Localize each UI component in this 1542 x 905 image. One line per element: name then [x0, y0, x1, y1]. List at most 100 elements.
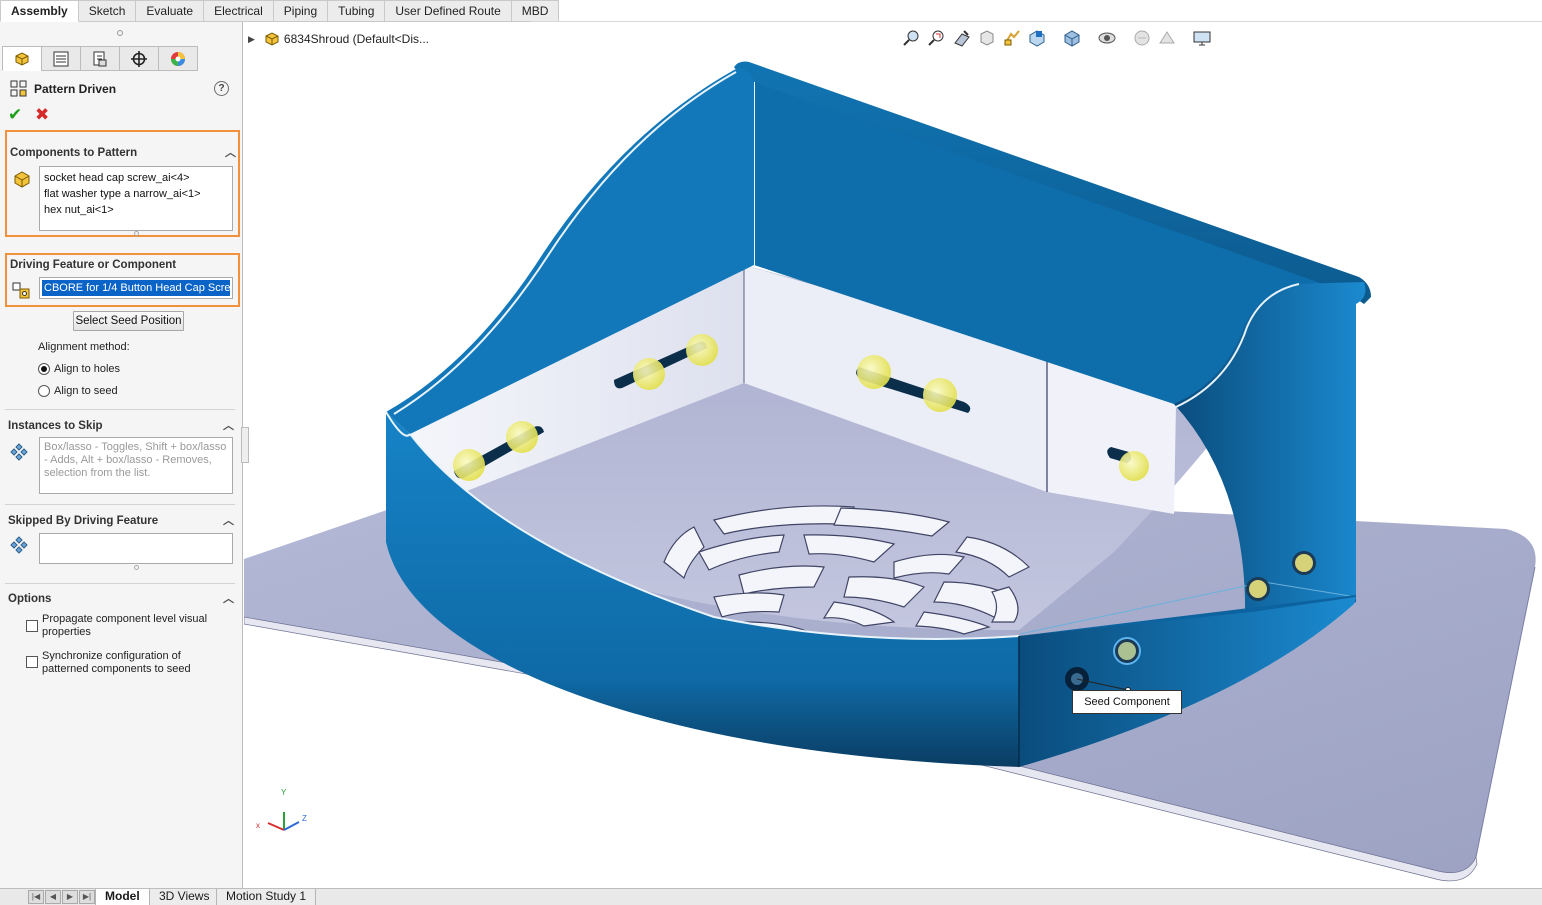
align-to-seed-label[interactable]: Align to seed	[54, 385, 118, 397]
flyout-tree-root[interactable]: ▶ 6834Shroud (Default<Dis...	[248, 31, 429, 47]
group-header[interactable]: Skipped By Driving Feature ︿	[8, 512, 234, 530]
pattern-instances-icon	[10, 443, 28, 461]
synchronize-config-checkbox[interactable]	[26, 656, 38, 668]
tab-mbd[interactable]: MBD	[511, 0, 560, 22]
chevron-up-icon[interactable]: ︿	[223, 421, 234, 432]
view-orientation-icon[interactable]	[1027, 28, 1047, 48]
instances-to-skip-list[interactable]: Box/lasso - Toggles, Shift + box/lasso -…	[39, 437, 233, 494]
tab-motion-study-1[interactable]: Motion Study 1	[216, 889, 317, 905]
group-header[interactable]: Instances to Skip ︿	[8, 417, 234, 435]
first-tab-icon[interactable]: |◀	[28, 890, 44, 904]
crosshair-icon	[131, 50, 147, 67]
driving-feature-heading: Driving Feature or Component	[10, 259, 177, 271]
ok-button[interactable]: ✔	[8, 106, 24, 123]
skipped-by-driving-group: Skipped By Driving Feature ︿	[5, 511, 240, 575]
chevron-up-icon[interactable]: ︿	[223, 594, 234, 605]
tab-feature-manager[interactable]	[2, 46, 42, 71]
component-selection-icon	[14, 171, 30, 188]
tab-dimxpert-manager[interactable]	[119, 46, 159, 71]
tab-configuration-manager[interactable]	[80, 46, 120, 71]
triad-y-label: Y	[281, 788, 287, 797]
property-list-icon	[53, 51, 69, 66]
tab-display-manager[interactable]	[158, 46, 198, 71]
driving-feature-value: CBORE for 1/4 Button Head Cap Scre	[42, 280, 230, 296]
synchronize-config-label[interactable]: Synchronize configuration of patterned c…	[42, 650, 227, 676]
list-resize-grip[interactable]	[134, 231, 139, 236]
options-heading: Options	[8, 593, 52, 605]
components-to-pattern-heading: Components to Pattern	[10, 147, 138, 159]
skipped-by-driving-list[interactable]	[39, 533, 233, 564]
section-divider	[5, 583, 235, 584]
zoom-to-fit-icon[interactable]	[902, 28, 922, 48]
assembly-icon	[15, 51, 29, 66]
expand-arrow-icon[interactable]: ▶	[248, 34, 255, 45]
zoom-to-area-icon[interactable]	[927, 28, 947, 48]
dynamic-annotation-icon[interactable]	[1002, 28, 1022, 48]
tab-tubing[interactable]: Tubing	[328, 0, 386, 22]
view-settings-icon[interactable]	[1192, 28, 1212, 48]
feature-selection-icon	[12, 282, 30, 299]
components-to-pattern-group: Components to Pattern ︿ socket head cap …	[5, 130, 240, 237]
skipped-by-driving-heading: Skipped By Driving Feature	[8, 515, 159, 527]
list-resize-grip[interactable]	[134, 565, 139, 570]
propagate-visual-label[interactable]: Propagate component level visual propert…	[42, 613, 227, 639]
section-view-icon[interactable]	[977, 28, 997, 48]
propagate-visual-checkbox[interactable]	[26, 620, 38, 632]
heads-up-toolbar	[902, 28, 1217, 48]
list-item[interactable]: socket head cap screw_ai<4>	[44, 170, 228, 186]
components-list[interactable]: socket head cap screw_ai<4> flat washer …	[39, 166, 233, 231]
group-header: Driving Feature or Component	[10, 256, 235, 274]
tab-user-defined-route[interactable]: User Defined Route	[385, 0, 512, 22]
model-render[interactable]: Y x Z	[244, 22, 1542, 888]
edit-appearance-icon[interactable]	[1132, 28, 1152, 48]
tab-property-manager[interactable]	[41, 46, 81, 71]
panel-grip-icon[interactable]	[117, 30, 123, 36]
driving-feature-field[interactable]: CBORE for 1/4 Button Head Cap Scre	[39, 277, 233, 299]
align-to-holes-label[interactable]: Align to holes	[54, 363, 120, 375]
align-to-holes-radio[interactable]	[38, 363, 50, 375]
tab-model[interactable]: Model	[95, 889, 150, 905]
list-item[interactable]: flat washer type a narrow_ai<1>	[44, 186, 228, 202]
tab-navigation-buttons: |◀ ◀ ▶ ▶|	[28, 890, 96, 904]
instances-to-skip-heading: Instances to Skip	[8, 420, 103, 432]
apply-scene-icon[interactable]	[1157, 28, 1177, 48]
manager-tabs	[2, 46, 198, 71]
tab-electrical[interactable]: Electrical	[204, 0, 274, 22]
group-header[interactable]: Components to Pattern ︿	[10, 144, 236, 162]
alignment-method-label: Alignment method:	[38, 341, 130, 353]
tab-assembly[interactable]: Assembly	[0, 0, 79, 22]
list-item[interactable]: hex nut_ai<1>	[44, 202, 228, 218]
command-manager-tabs: Assembly Sketch Evaluate Electrical Pipi…	[0, 0, 560, 22]
group-header[interactable]: Options ︿	[8, 590, 234, 608]
tab-3d-views[interactable]: 3D Views	[149, 889, 220, 905]
chevron-up-icon[interactable]: ︿	[223, 516, 234, 527]
coordinate-triad: Y x Z	[256, 788, 307, 831]
appearance-wheel-icon	[171, 51, 185, 66]
select-seed-position-button[interactable]: Select Seed Position	[73, 311, 184, 331]
tab-evaluate[interactable]: Evaluate	[136, 0, 205, 22]
tab-sketch[interactable]: Sketch	[78, 0, 137, 22]
hide-show-items-icon[interactable]	[1097, 28, 1117, 48]
configuration-icon	[93, 51, 107, 66]
pattern-instances-icon	[10, 536, 28, 554]
section-divider	[5, 504, 235, 505]
pattern-driven-icon	[10, 80, 27, 97]
property-manager-title: Pattern Driven	[10, 79, 116, 99]
graphics-area[interactable]: Y x Z ▶ 6834Shroud (Default<Dis... Seed …	[244, 22, 1542, 888]
solidworks-window: Assembly Sketch Evaluate Electrical Pipi…	[0, 0, 1542, 905]
page-title: Pattern Driven	[34, 82, 117, 96]
display-style-icon[interactable]	[1062, 28, 1082, 48]
align-to-seed-radio[interactable]	[38, 385, 50, 397]
chevron-up-icon[interactable]: ︿	[225, 148, 236, 159]
assembly-icon	[265, 32, 279, 46]
help-icon[interactable]: ?	[214, 81, 229, 96]
triad-x-label: x	[256, 821, 260, 830]
previous-tab-icon[interactable]: ◀	[45, 890, 61, 904]
previous-view-icon[interactable]	[952, 28, 972, 48]
tab-piping[interactable]: Piping	[273, 0, 329, 22]
last-tab-icon[interactable]: ▶|	[79, 890, 95, 904]
seed-component-tooltip: Seed Component	[1072, 690, 1182, 714]
instances-to-skip-group: Instances to Skip ︿ Box/lasso - Toggles,…	[5, 416, 240, 506]
cancel-button[interactable]: ✖	[35, 106, 51, 123]
next-tab-icon[interactable]: ▶	[62, 890, 78, 904]
